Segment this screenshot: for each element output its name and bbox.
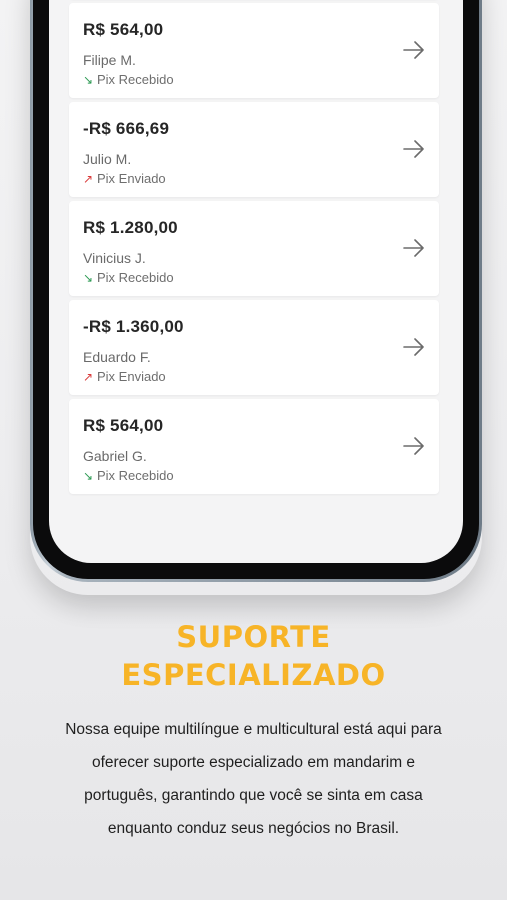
- transaction-counterparty: Gabriel G.: [83, 448, 147, 464]
- description-line-4: enquanto conduz seus negócios no Brasil.: [107, 820, 400, 837]
- arrow-down-right-icon: ↘: [83, 270, 94, 285]
- arrow-right-icon[interactable]: [403, 437, 425, 455]
- transaction-amount: R$ 1.280,00: [83, 218, 178, 237]
- transaction-card[interactable]: R$ 1.280,00 Vinicius J. ↘ Pix Recebido: [69, 201, 439, 296]
- transaction-counterparty: Filipe M.: [83, 52, 136, 68]
- transaction-card[interactable]: R$ 564,00 Gabriel G. ↘ Pix Recebido: [69, 399, 439, 494]
- transaction-type: ↘ Pix Recebido: [83, 72, 174, 87]
- transaction-amount: R$ 564,00: [83, 416, 164, 435]
- transaction-type-label: Pix Enviado: [97, 369, 166, 384]
- description-line-3: português, garantindo que você se sinta …: [84, 787, 423, 804]
- arrow-right-icon[interactable]: [403, 41, 425, 59]
- section-heading: SUPORTE ESPECIALIZADO: [0, 618, 507, 694]
- transaction-type: ↗ Pix Enviado: [83, 369, 166, 384]
- arrow-down-right-icon: ↘: [83, 468, 94, 483]
- description-line-1: Nossa equipe multilíngue e multicultural…: [65, 721, 442, 738]
- transaction-amount: -R$ 666,69: [83, 119, 170, 138]
- description-line-2: oferecer suporte especializado em mandar…: [91, 754, 416, 771]
- phone-screen: Jelson G.↗Pix EnviadoR$ 564,00Filipe M.↘…: [49, 0, 463, 563]
- transaction-type: ↘ Pix Recebido: [83, 270, 174, 285]
- arrow-right-icon[interactable]: [403, 338, 425, 356]
- phone-bezel: Jelson G.↗Pix EnviadoR$ 564,00Filipe M.↘…: [33, 0, 479, 579]
- heading-line-1: SUPORTE: [176, 620, 331, 654]
- transaction-type-label: Pix Recebido: [97, 468, 174, 483]
- heading-line-2: ESPECIALIZADO: [121, 658, 386, 692]
- transaction-card[interactable]: -R$ 666,69 Julio M. ↗ Pix Enviado: [69, 102, 439, 197]
- transaction-type-label: Pix Recebido: [97, 270, 174, 285]
- transaction-amount: R$ 564,00: [83, 20, 164, 39]
- arrow-up-right-icon: ↗: [83, 171, 94, 186]
- transaction-counterparty: Julio M.: [83, 151, 132, 167]
- transaction-card[interactable]: R$ 564,00 Filipe M. ↘ Pix Recebido: [69, 3, 439, 98]
- transaction-list: Jelson G.↗Pix EnviadoR$ 564,00Filipe M.↘…: [69, 0, 439, 498]
- transaction-card[interactable]: -R$ 1.360,00 Eduardo F. ↗ Pix Enviado: [69, 300, 439, 395]
- transaction-type-label: Pix Recebido: [97, 72, 174, 87]
- section-description: Nossa equipe multilíngue e multicultural…: [18, 713, 489, 845]
- phone-mockup: Jelson G.↗Pix EnviadoR$ 564,00Filipe M.↘…: [30, 0, 482, 582]
- transaction-amount: -R$ 1.360,00: [83, 317, 184, 336]
- transaction-type: ↘ Pix Recebido: [83, 468, 174, 483]
- arrow-down-right-icon: ↘: [83, 72, 94, 87]
- transaction-counterparty: Vinicius J.: [83, 250, 146, 266]
- transaction-type-label: Pix Enviado: [97, 171, 166, 186]
- arrow-up-right-icon: ↗: [83, 369, 94, 384]
- arrow-right-icon[interactable]: [403, 239, 425, 257]
- transaction-counterparty: Eduardo F.: [83, 349, 151, 365]
- transaction-type: ↗ Pix Enviado: [83, 171, 166, 186]
- arrow-right-icon[interactable]: [403, 140, 425, 158]
